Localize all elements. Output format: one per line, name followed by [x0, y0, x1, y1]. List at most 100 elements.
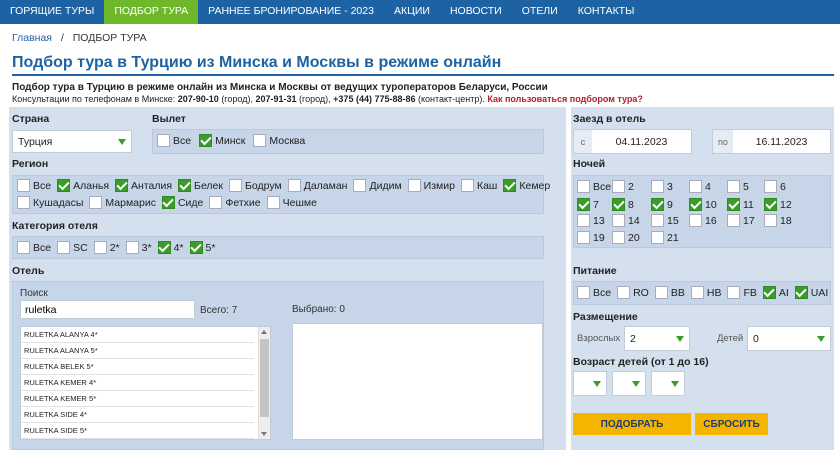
hotel-list-item[interactable]: RULETKA ALANYA 5* — [21, 343, 254, 359]
nav-hot-tours[interactable]: ГОРЯЩИЕ ТУРЫ — [0, 0, 104, 24]
hotel-list-item[interactable]: RULETKA KEMER 4* — [21, 375, 254, 391]
nights-option-20[interactable]: 20 — [612, 231, 640, 244]
region-option-2-1[interactable]: Мармарис — [89, 196, 156, 209]
checkbox-icon[interactable] — [229, 179, 242, 192]
nights-option-Все[interactable]: Все — [577, 180, 611, 193]
nav-hotels[interactable]: ОТЕЛИ — [512, 0, 568, 24]
adults-select[interactable]: 2 — [624, 326, 690, 351]
checkbox-icon[interactable] — [353, 179, 367, 192]
nights-option-17[interactable]: 17 — [727, 214, 755, 227]
departure-option-1[interactable]: Минск — [199, 134, 245, 147]
scroll-down-icon[interactable] — [261, 432, 267, 436]
nights-option-19[interactable]: 19 — [577, 231, 605, 244]
checkbox-checked-icon[interactable] — [762, 286, 776, 299]
checkbox-icon[interactable] — [17, 241, 30, 254]
nights-option-12[interactable]: 12 — [764, 198, 792, 211]
region-option-2-0[interactable]: Кушадасы — [17, 196, 83, 209]
nights-option-9[interactable]: 9 — [651, 198, 673, 211]
nights-option-10[interactable]: 10 — [689, 198, 717, 211]
checkbox-icon[interactable] — [651, 214, 664, 227]
nights-option-8[interactable]: 8 — [612, 198, 634, 211]
category-option-4[interactable]: 4* — [157, 241, 184, 254]
category-option-1[interactable]: SC — [57, 241, 88, 254]
nights-option-21[interactable]: 21 — [651, 231, 679, 244]
checkin-to[interactable]: по 16.11.2023 — [712, 129, 831, 154]
nights-option-4[interactable]: 4 — [689, 180, 711, 193]
checkbox-icon[interactable] — [764, 214, 777, 227]
nav-contacts[interactable]: КОНТАКТЫ — [568, 0, 645, 24]
checkbox-checked-icon[interactable] — [57, 179, 71, 192]
checkin-from[interactable]: с 04.11.2023 — [573, 129, 692, 154]
region-option-5[interactable]: Даламан — [287, 179, 347, 192]
meal-option-5[interactable]: AI — [762, 286, 789, 299]
checkbox-checked-icon[interactable] — [651, 198, 664, 211]
hotel-list-scrollbar[interactable] — [258, 327, 270, 439]
checkbox-icon[interactable] — [617, 286, 631, 299]
checkbox-icon[interactable] — [17, 196, 30, 209]
nav-news[interactable]: НОВОСТИ — [440, 0, 512, 24]
phone-2[interactable]: 207-91-31 — [255, 94, 296, 104]
checkbox-icon[interactable] — [690, 286, 704, 299]
hotel-list-item[interactable]: RULETKA ALANYA 4* — [21, 327, 254, 343]
nights-option-18[interactable]: 18 — [764, 214, 792, 227]
checkbox-icon[interactable] — [577, 231, 590, 244]
nights-option-13[interactable]: 13 — [577, 214, 605, 227]
category-option-0[interactable]: Все — [17, 241, 51, 254]
meal-option-2[interactable]: BB — [654, 286, 685, 299]
checkbox-checked-icon[interactable] — [689, 198, 702, 211]
checkbox-checked-icon[interactable] — [727, 198, 740, 211]
checkbox-icon[interactable] — [651, 180, 664, 193]
meal-option-1[interactable]: RO — [617, 286, 649, 299]
checkbox-icon[interactable] — [157, 134, 170, 147]
scroll-thumb[interactable] — [260, 339, 269, 417]
checkbox-icon[interactable] — [689, 214, 702, 227]
region-option-2-4[interactable]: Чешме — [266, 196, 317, 209]
region-option-7[interactable]: Измир — [407, 179, 455, 192]
nights-option-11[interactable]: 11 — [727, 198, 754, 211]
nights-option-7[interactable]: 7 — [577, 198, 599, 211]
breadcrumb-home[interactable]: Главная — [12, 32, 52, 44]
checkbox-icon[interactable] — [654, 286, 668, 299]
meal-option-6[interactable]: UAI — [794, 286, 828, 299]
checkbox-icon[interactable] — [727, 286, 741, 299]
checkbox-icon[interactable] — [57, 241, 71, 254]
region-option-6[interactable]: Дидим — [353, 179, 402, 192]
region-option-4[interactable]: Бодрум — [229, 179, 282, 192]
phone-1[interactable]: 207-90-10 — [178, 94, 219, 104]
meal-option-0[interactable]: Все — [577, 286, 611, 299]
hotel-search-input[interactable] — [20, 300, 195, 319]
hotel-list-item[interactable]: RULETKA KEMER 5* — [21, 391, 254, 407]
meal-option-3[interactable]: HB — [690, 286, 721, 299]
region-option-9[interactable]: Кемер — [503, 179, 550, 192]
region-option-0[interactable]: Все — [17, 179, 51, 192]
checkbox-icon[interactable] — [612, 214, 625, 227]
nav-promotions[interactable]: АКЦИИ — [384, 0, 440, 24]
checkbox-checked-icon[interactable] — [503, 179, 517, 192]
checkbox-checked-icon[interactable] — [199, 134, 213, 147]
checkbox-icon[interactable] — [651, 231, 664, 244]
kid-age-select-1[interactable] — [573, 371, 607, 396]
checkbox-checked-icon[interactable] — [577, 198, 590, 211]
region-option-2-2[interactable]: Сиде — [161, 196, 203, 209]
region-option-8[interactable]: Каш — [460, 179, 497, 192]
nav-tour-search[interactable]: ПОДБОР ТУРА — [104, 0, 199, 24]
region-option-2-3[interactable]: Фетхие — [209, 196, 261, 209]
checkbox-icon[interactable] — [89, 196, 103, 209]
nav-early-booking[interactable]: РАННЕЕ БРОНИРОВАНИЕ - 2023 — [198, 0, 384, 24]
checkbox-icon[interactable] — [612, 231, 625, 244]
region-option-1[interactable]: Аланья — [57, 179, 109, 192]
checkbox-checked-icon[interactable] — [764, 198, 777, 211]
country-select[interactable]: Турция — [12, 130, 132, 153]
checkbox-icon[interactable] — [93, 241, 107, 254]
nights-option-16[interactable]: 16 — [689, 214, 717, 227]
nights-option-14[interactable]: 14 — [612, 214, 640, 227]
nights-option-3[interactable]: 3 — [651, 180, 673, 193]
checkbox-icon[interactable] — [253, 134, 267, 147]
checkbox-icon[interactable] — [17, 179, 30, 192]
checkbox-icon[interactable] — [407, 179, 421, 192]
category-option-2[interactable]: 2* — [93, 241, 120, 254]
checkbox-checked-icon[interactable] — [189, 241, 203, 254]
scroll-up-icon[interactable] — [261, 330, 267, 334]
nights-option-5[interactable]: 5 — [727, 180, 749, 193]
checkbox-checked-icon[interactable] — [157, 241, 171, 254]
